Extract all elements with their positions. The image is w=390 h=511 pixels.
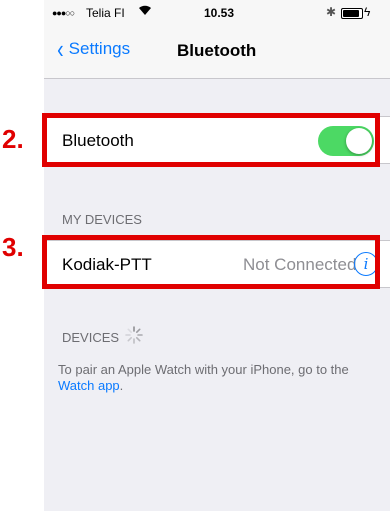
devices-header: DEVICES [62, 330, 120, 345]
wifi-icon [138, 4, 152, 19]
battery-level-fill [343, 10, 359, 17]
bluetooth-row-highlight [42, 113, 380, 167]
page-title: Bluetooth [177, 41, 257, 60]
carrier-name: Telia FI [86, 6, 125, 20]
back-button[interactable]: ‹ Settings [56, 34, 131, 64]
battery-icon [341, 8, 363, 19]
step-2-label: 2. [2, 124, 24, 154]
device-row-highlight [42, 235, 380, 289]
back-button-label: Settings [68, 39, 131, 58]
chevron-left-icon: ‹ [57, 34, 64, 64]
step-3-label: 3. [2, 232, 24, 262]
pairing-footnote: To pair an Apple Watch with your iPhone,… [58, 362, 378, 394]
status-bar: ●●●○○ Telia FI 10.53 ✱ ϟ [44, 0, 390, 26]
my-devices-header: MY DEVICES [62, 212, 142, 227]
loading-spinner-icon [125, 326, 143, 344]
navigation-bar: ‹ Settings Bluetooth [44, 26, 390, 79]
watch-app-link[interactable]: Watch app [58, 378, 120, 393]
bluetooth-icon: ✱ [326, 5, 337, 19]
signal-strength: ●●●○○ [52, 8, 75, 18]
footnote-end: . [119, 378, 124, 393]
footnote-text: To pair an Apple Watch with your iPhone,… [58, 362, 349, 377]
status-time: 10.53 [204, 6, 235, 20]
bolt-icon: ϟ [364, 5, 371, 19]
